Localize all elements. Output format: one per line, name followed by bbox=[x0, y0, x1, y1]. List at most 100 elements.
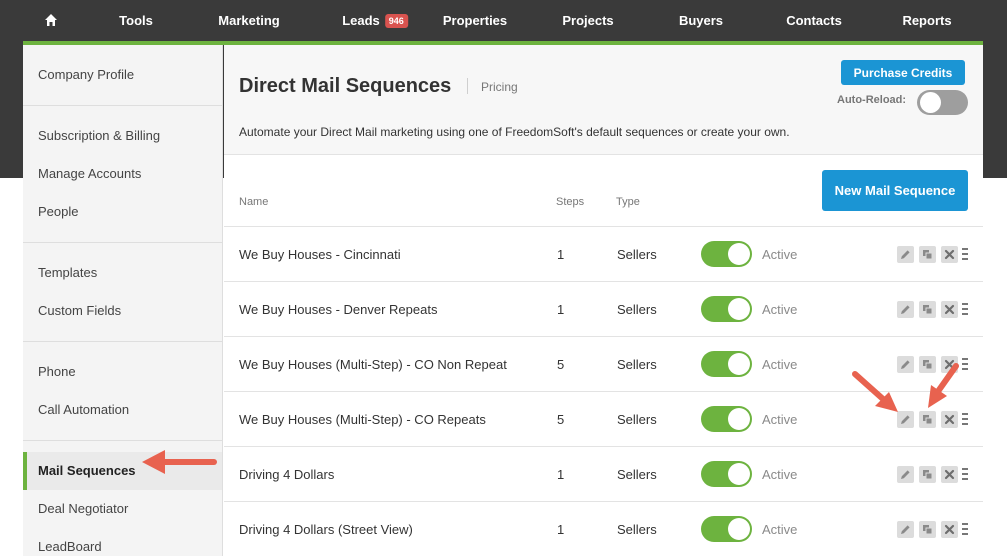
copy-button[interactable] bbox=[919, 301, 936, 318]
copy-button[interactable] bbox=[919, 246, 936, 263]
copy-button[interactable] bbox=[919, 466, 936, 483]
new-mail-sequence-button[interactable]: New Mail Sequence bbox=[822, 170, 968, 211]
sequence-name[interactable]: Driving 4 Dollars bbox=[239, 447, 334, 502]
home-icon[interactable] bbox=[44, 13, 58, 27]
sequence-name[interactable]: We Buy Houses (Multi-Step) - CO Non Repe… bbox=[239, 337, 507, 392]
column-header-steps[interactable]: Steps bbox=[556, 196, 584, 208]
sidebar-group: Templates Custom Fields bbox=[23, 243, 222, 342]
top-navigation: Tools Marketing Leads 946 Properties Projects… bbox=[0, 0, 1007, 41]
sidebar-item-people[interactable]: People bbox=[23, 193, 222, 231]
sequence-steps: 1 bbox=[557, 247, 565, 262]
status-toggle[interactable] bbox=[701, 461, 752, 487]
sidebar-item-company-profile[interactable]: Company Profile bbox=[23, 56, 222, 94]
sequence-name[interactable]: We Buy Houses - Denver Repeats bbox=[239, 282, 437, 337]
sequence-name[interactable]: We Buy Houses (Multi-Step) - CO Repeats bbox=[239, 392, 486, 447]
sequence-name[interactable]: We Buy Houses - Cincinnati bbox=[239, 227, 401, 282]
close-icon bbox=[944, 414, 955, 425]
close-icon bbox=[944, 359, 955, 370]
sidebar-item-deal-negotiator[interactable]: Deal Negotiator bbox=[23, 490, 222, 528]
delete-button[interactable] bbox=[941, 521, 958, 538]
nav-label: Properties bbox=[442, 13, 508, 28]
table-row: We Buy Houses - Cincinnati 1 Sellers Active bbox=[224, 227, 983, 282]
sidebar-item-phone[interactable]: Phone bbox=[23, 353, 222, 391]
nav-tools[interactable]: Tools bbox=[119, 0, 153, 41]
edit-button[interactable] bbox=[897, 521, 914, 538]
sequence-type: Sellers bbox=[617, 302, 657, 317]
nav-projects[interactable]: Projects bbox=[562, 0, 613, 41]
pencil-icon bbox=[900, 359, 911, 370]
delete-button[interactable] bbox=[941, 356, 958, 373]
column-header-type[interactable]: Type bbox=[616, 196, 640, 208]
delete-button[interactable] bbox=[941, 246, 958, 263]
sequence-steps: 1 bbox=[557, 467, 565, 482]
purchase-credits-button[interactable]: Purchase Credits bbox=[841, 60, 965, 85]
drag-handle-icon[interactable] bbox=[962, 247, 968, 261]
nav-buyers[interactable]: Buyers bbox=[679, 0, 723, 41]
toggle-knob bbox=[920, 92, 941, 113]
delete-button[interactable] bbox=[941, 466, 958, 483]
sidebar-item-mail-sequences[interactable]: Mail Sequences bbox=[23, 452, 222, 490]
edit-button[interactable] bbox=[897, 301, 914, 318]
sequence-steps: 5 bbox=[557, 412, 565, 427]
table-row: We Buy Houses (Multi-Step) - CO Non Repe… bbox=[224, 337, 983, 392]
copy-button[interactable] bbox=[919, 411, 936, 428]
auto-reload-label: Auto-Reload: bbox=[837, 94, 907, 106]
status-toggle[interactable] bbox=[701, 296, 752, 322]
auto-reload-toggle[interactable] bbox=[917, 90, 968, 115]
sequence-name[interactable]: Driving 4 Dollars (Street View) bbox=[239, 502, 413, 556]
sidebar-item-manage-accounts[interactable]: Manage Accounts bbox=[23, 155, 222, 193]
nav-properties[interactable]: Properties bbox=[443, 0, 507, 41]
sidebar-group: Mail Sequences Deal Negotiator LeadBoard bbox=[23, 441, 222, 556]
copy-button[interactable] bbox=[919, 356, 936, 373]
sidebar-item-call-automation[interactable]: Call Automation bbox=[23, 391, 222, 429]
drag-handle-icon[interactable] bbox=[962, 302, 968, 316]
copy-button[interactable] bbox=[919, 521, 936, 538]
sidebar-item-templates[interactable]: Templates bbox=[23, 254, 222, 292]
nav-label: Contacts bbox=[786, 13, 842, 28]
page-description: Automate your Direct Mail marketing usin… bbox=[239, 125, 790, 139]
close-icon bbox=[944, 524, 955, 535]
sequence-type: Sellers bbox=[617, 467, 657, 482]
edit-button[interactable] bbox=[897, 466, 914, 483]
sidebar-item-subscription-billing[interactable]: Subscription & Billing bbox=[23, 117, 222, 155]
edit-button[interactable] bbox=[897, 356, 914, 373]
pricing-link[interactable]: Pricing bbox=[481, 80, 518, 94]
nav-marketing[interactable]: Marketing bbox=[218, 0, 279, 41]
close-icon bbox=[944, 304, 955, 315]
table-row: Driving 4 Dollars 1 Sellers Active bbox=[224, 447, 983, 502]
drag-handle-icon[interactable] bbox=[962, 522, 968, 536]
sidebar-group: Phone Call Automation bbox=[23, 342, 222, 441]
drag-handle-icon[interactable] bbox=[962, 467, 968, 481]
nav-label: Reports bbox=[902, 13, 952, 28]
status-toggle[interactable] bbox=[701, 516, 752, 542]
sidebar-group: Company Profile bbox=[23, 45, 222, 106]
delete-button[interactable] bbox=[941, 301, 958, 318]
toggle-knob bbox=[728, 463, 750, 485]
drag-handle-icon[interactable] bbox=[962, 412, 968, 426]
title-divider bbox=[467, 78, 468, 94]
sidebar-item-leadboard[interactable]: LeadBoard bbox=[23, 528, 222, 556]
nav-contacts[interactable]: Contacts bbox=[786, 0, 842, 41]
drag-handle-icon[interactable] bbox=[962, 357, 968, 371]
status-toggle[interactable] bbox=[701, 406, 752, 432]
pencil-icon bbox=[900, 414, 911, 425]
copy-icon bbox=[922, 359, 933, 370]
page-header: Direct Mail Sequences Pricing Purchase C… bbox=[224, 45, 983, 155]
status-toggle[interactable] bbox=[701, 241, 752, 267]
toggle-knob bbox=[728, 243, 750, 265]
sidebar-item-custom-fields[interactable]: Custom Fields bbox=[23, 292, 222, 330]
pencil-icon bbox=[900, 304, 911, 315]
edit-button[interactable] bbox=[897, 246, 914, 263]
status-toggle[interactable] bbox=[701, 351, 752, 377]
nav-reports[interactable]: Reports bbox=[902, 0, 951, 41]
column-header-name[interactable]: Name bbox=[239, 196, 268, 208]
close-icon bbox=[944, 249, 955, 260]
sequence-type: Sellers bbox=[617, 357, 657, 372]
edit-button[interactable] bbox=[897, 411, 914, 428]
nav-leads[interactable]: Leads 946 bbox=[342, 0, 408, 41]
sidebar-group: Subscription & Billing Manage Accounts Peo… bbox=[23, 106, 222, 243]
page-title: Direct Mail Sequences bbox=[239, 75, 452, 97]
copy-icon bbox=[922, 524, 933, 535]
table-row: Driving 4 Dollars (Street View) 1 Sellers A… bbox=[224, 502, 983, 556]
delete-button[interactable] bbox=[941, 411, 958, 428]
